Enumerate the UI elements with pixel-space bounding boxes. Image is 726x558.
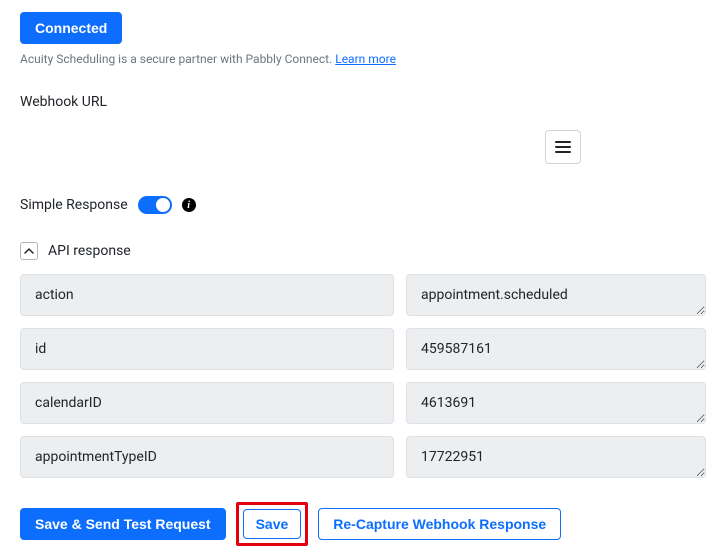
save-send-test-button[interactable]: Save & Send Test Request (20, 508, 226, 540)
collapse-button[interactable] (20, 242, 38, 260)
api-value[interactable] (406, 328, 706, 370)
simple-response-label: Simple Response (20, 197, 128, 213)
api-key: id (20, 328, 394, 370)
recapture-button[interactable]: Re-Capture Webhook Response (318, 508, 561, 540)
api-value[interactable] (406, 382, 706, 424)
helper-text: Acuity Scheduling is a secure partner wi… (20, 52, 706, 66)
hamburger-icon (555, 141, 571, 143)
api-response-grid: action id calendarID appointmentTypeID (20, 274, 706, 478)
connected-button[interactable]: Connected (20, 12, 122, 44)
webhook-url-label: Webhook URL (20, 94, 706, 110)
save-highlight: Save (236, 502, 309, 546)
learn-more-link[interactable]: Learn more (335, 52, 396, 66)
save-button[interactable]: Save (243, 509, 302, 539)
chevron-up-icon (24, 246, 34, 256)
api-key: calendarID (20, 382, 394, 424)
info-icon[interactable]: i (182, 198, 196, 212)
api-value[interactable] (406, 274, 706, 316)
api-key: appointmentTypeID (20, 436, 394, 478)
simple-response-toggle[interactable] (138, 196, 172, 214)
menu-button[interactable] (545, 130, 581, 164)
api-key: action (20, 274, 394, 316)
api-response-header: API response (48, 243, 131, 259)
helper-text-pre: Acuity Scheduling is a secure partner wi… (20, 52, 335, 66)
api-value[interactable] (406, 436, 706, 478)
